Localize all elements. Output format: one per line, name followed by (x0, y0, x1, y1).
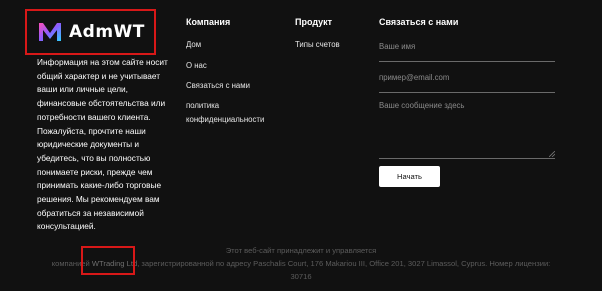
nav-link-privacy-line1[interactable]: политика (186, 100, 219, 112)
message-textarea[interactable]: Ваше сообщение здесь (379, 101, 555, 159)
textarea-resize-handle-icon[interactable] (549, 151, 555, 157)
submit-button[interactable]: Начать (379, 166, 440, 187)
logo-mark-icon (39, 23, 61, 41)
logo-highlight-box: AdmWT (25, 9, 156, 55)
company-name-highlight-box (81, 246, 135, 275)
name-input[interactable]: Ваше имя (379, 42, 555, 62)
nav-link-privacy-line2[interactable]: конфиденциальности (186, 114, 264, 126)
nav-link-account-types[interactable]: Типы счетов (295, 39, 340, 51)
nav-link-about[interactable]: О нас (186, 60, 207, 72)
message-placeholder: Ваше сообщение здесь (379, 101, 465, 110)
company-heading: Компания (186, 17, 231, 27)
footer-line2-rest: , зарегистрированной по адресу Paschalis… (137, 259, 551, 268)
nav-link-contact[interactable]: Связаться с нами (186, 80, 250, 92)
nav-link-home[interactable]: Дом (186, 39, 201, 51)
email-input[interactable]: пример@email.com (379, 73, 555, 93)
email-placeholder: пример@email.com (379, 73, 450, 82)
name-placeholder: Ваше имя (379, 42, 416, 51)
product-heading: Продукт (295, 17, 333, 27)
disclaimer-text: Информация на этом сайте носит общий хар… (37, 57, 168, 232)
contact-heading: Связаться с нами (379, 17, 459, 27)
logo-text[interactable]: AdmWT (69, 22, 145, 42)
